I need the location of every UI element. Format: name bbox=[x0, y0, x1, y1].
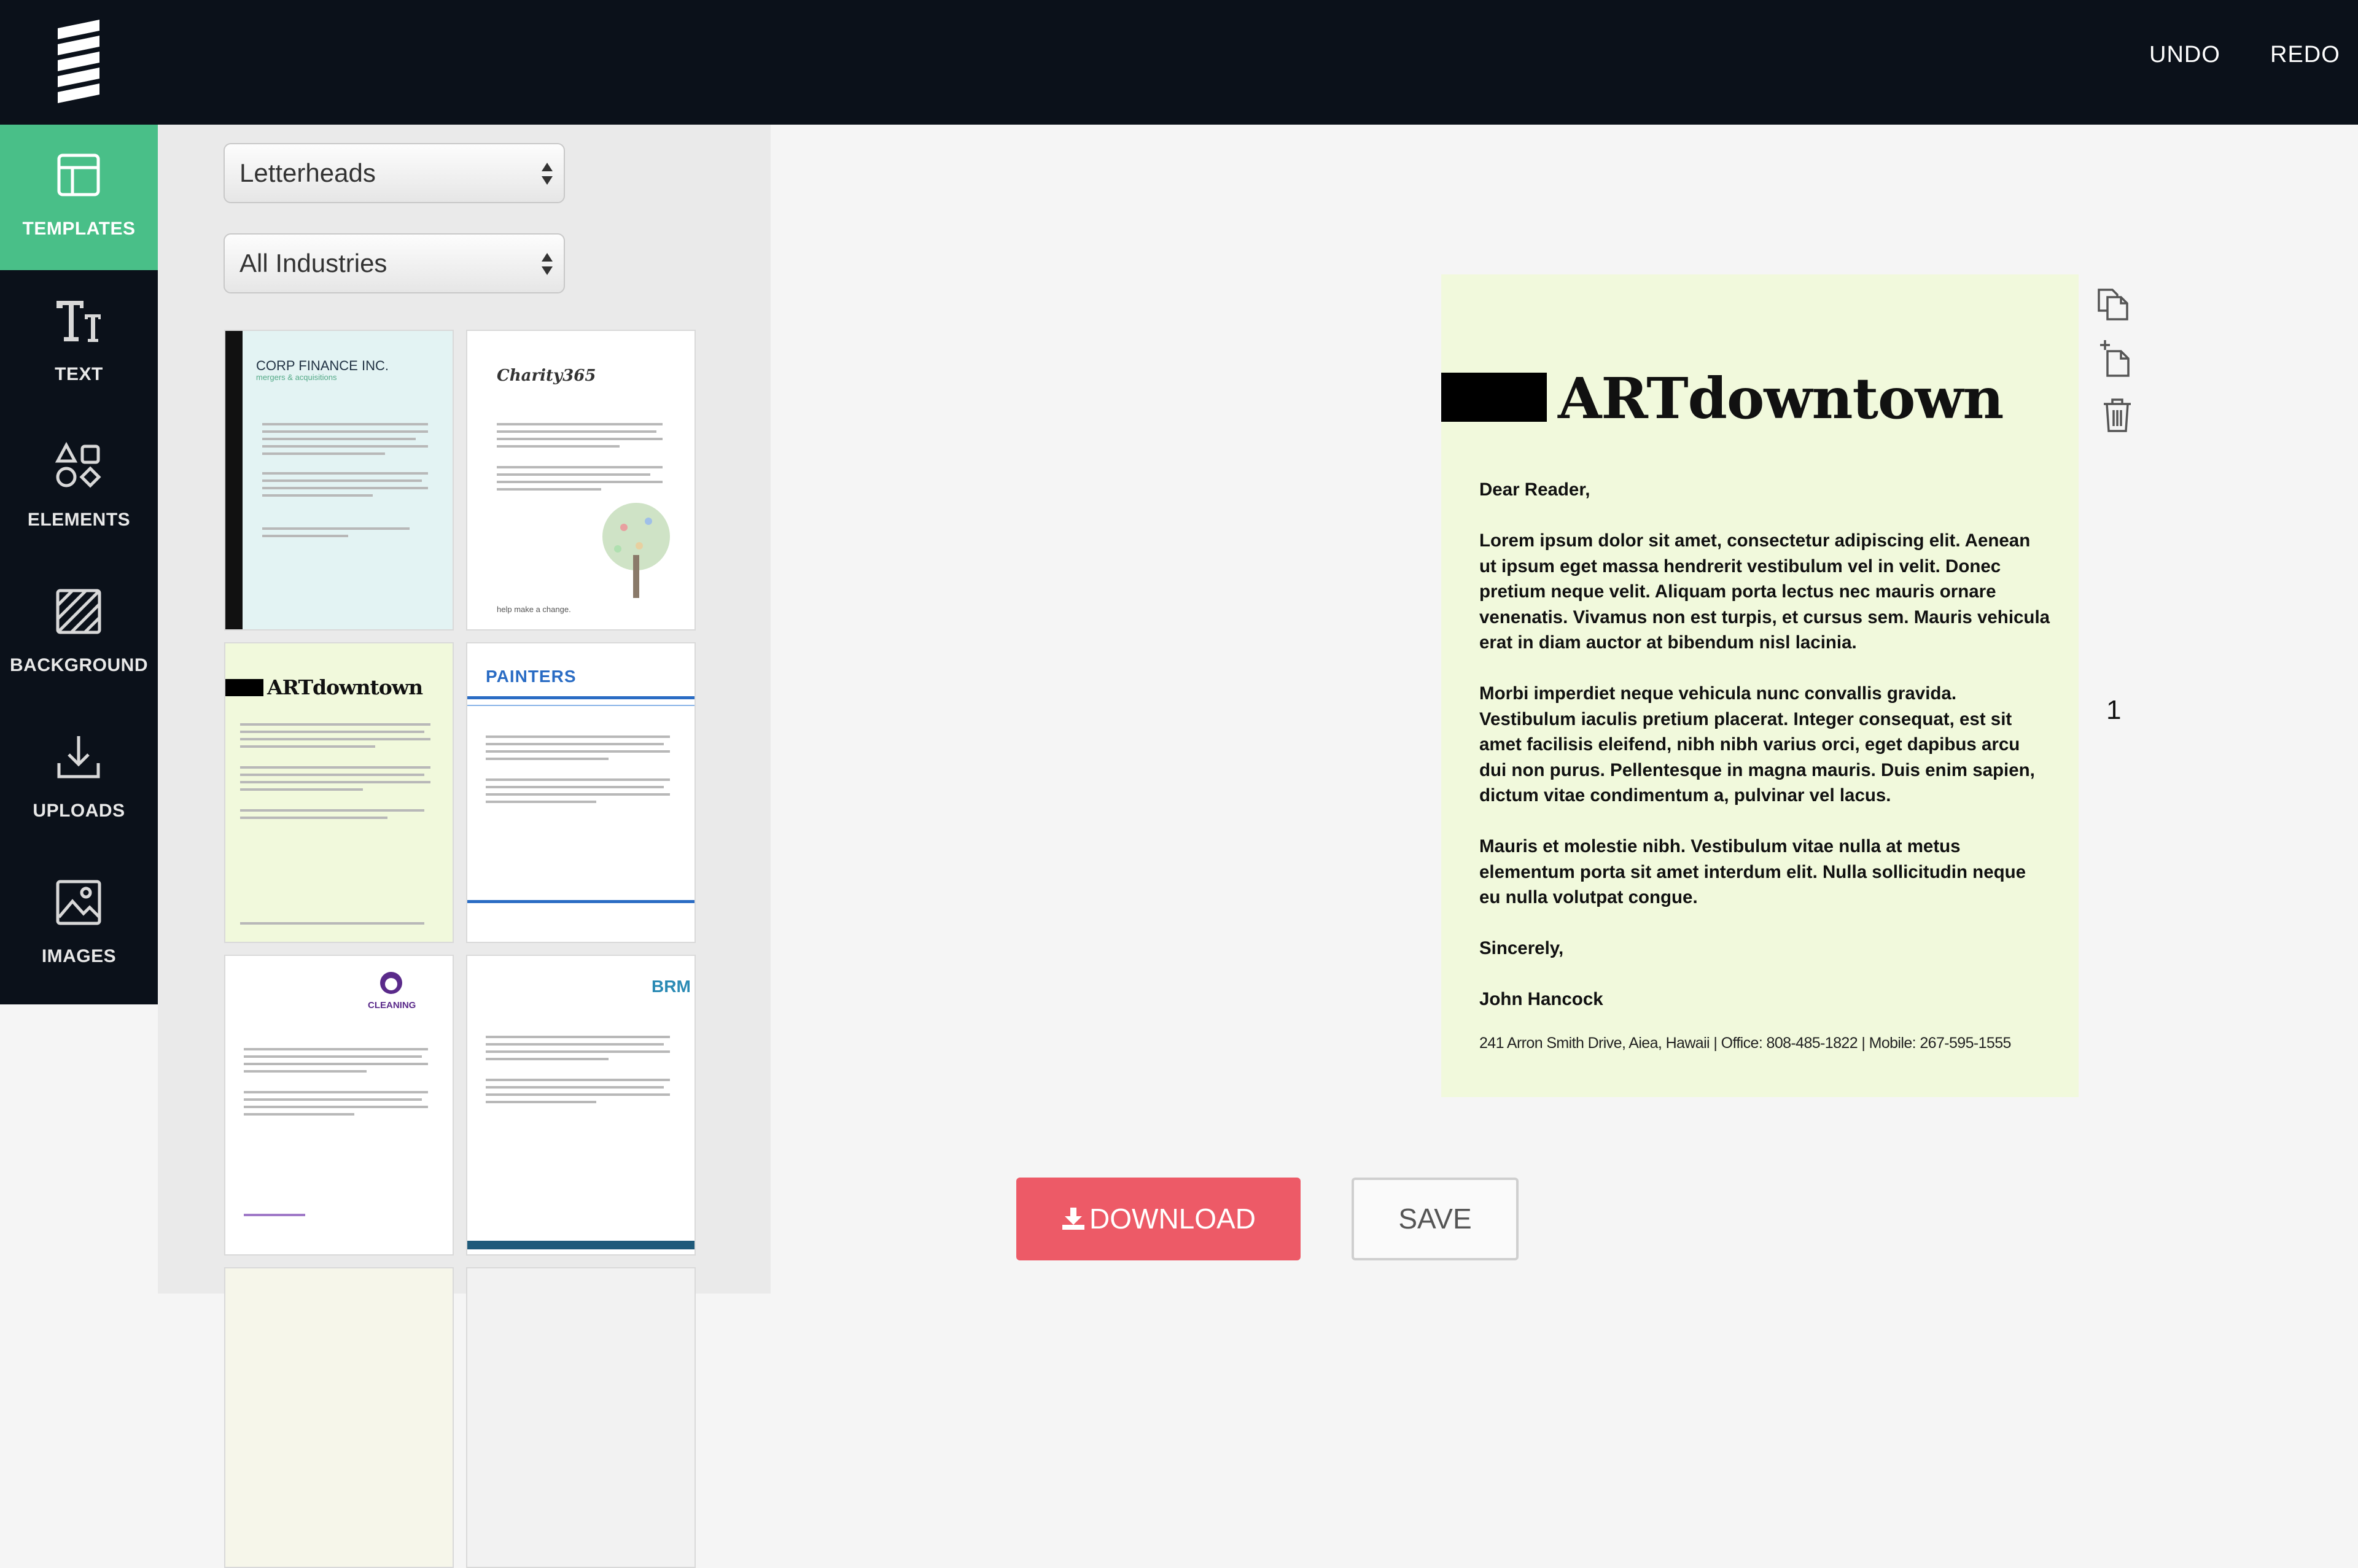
select-arrows-icon bbox=[542, 163, 553, 185]
page-number: 1 bbox=[2106, 695, 2122, 725]
sidebar: TEMPLATES TEXT ELEMENTS BACKGROUND UPLOA… bbox=[0, 125, 158, 1004]
sidebar-item-label: UPLOADS bbox=[33, 801, 125, 821]
download-icon bbox=[1062, 1208, 1085, 1230]
image-icon bbox=[56, 880, 101, 925]
paragraph: Morbi imperdiet neque vehicula nunc conv… bbox=[1479, 683, 2035, 805]
sidebar-item-images[interactable]: IMAGES bbox=[0, 852, 158, 998]
closing: Sincerely, bbox=[1479, 938, 1564, 958]
redo-button[interactable]: REDO bbox=[2270, 42, 2340, 68]
template-title: PAINTERS bbox=[486, 667, 577, 686]
download-label: DOWNLOAD bbox=[1089, 1203, 1256, 1235]
download-button[interactable]: DOWNLOAD bbox=[1016, 1178, 1301, 1260]
template-thumbnail[interactable]: Charity365 help make a change. bbox=[466, 330, 696, 631]
sidebar-item-label: ELEMENTS bbox=[27, 510, 131, 530]
template-thumbnail[interactable]: CLEANING bbox=[224, 955, 454, 1256]
industry-select[interactable]: All Industries bbox=[224, 233, 565, 293]
paragraph: Lorem ipsum dolor sit amet, consectetur … bbox=[1479, 530, 2050, 653]
sidebar-item-label: TEMPLATES bbox=[22, 219, 136, 239]
download-icon bbox=[57, 736, 100, 778]
templates-panel: Letterheads All Industries CORP FINANCE … bbox=[158, 125, 771, 1568]
sidebar-item-text[interactable]: TEXT bbox=[0, 270, 158, 416]
sidebar-item-label: BACKGROUND bbox=[10, 655, 148, 675]
save-button[interactable]: SAVE bbox=[1352, 1178, 1519, 1260]
shapes-icon bbox=[55, 441, 101, 488]
document-title[interactable]: ARTdowntown bbox=[1558, 365, 2004, 432]
template-title: ARTdowntown bbox=[267, 675, 423, 699]
signature: John Hancock bbox=[1479, 989, 1603, 1009]
template-title: CORP FINANCE INC. bbox=[256, 358, 389, 373]
template-thumbnail[interactable] bbox=[224, 1267, 454, 1568]
template-thumbnail[interactable] bbox=[466, 1267, 696, 1568]
category-select[interactable]: Letterheads bbox=[224, 143, 565, 203]
template-tagline: help make a change. bbox=[497, 605, 571, 614]
hatch-icon bbox=[56, 589, 101, 634]
sidebar-item-templates[interactable]: TEMPLATES bbox=[0, 125, 158, 270]
header-block[interactable] bbox=[1441, 373, 1547, 422]
salutation: Dear Reader, bbox=[1479, 479, 1590, 500]
duplicate-page-icon[interactable] bbox=[2094, 284, 2133, 323]
template-thumbnail[interactable]: ARTdowntown bbox=[224, 642, 454, 943]
paragraph: Mauris et molestie nibh. Vestibulum vita… bbox=[1479, 836, 2026, 907]
sidebar-item-label: IMAGES bbox=[41, 946, 117, 966]
template-thumbnail[interactable]: PAINTERS bbox=[466, 642, 696, 943]
sidebar-item-label: TEXT bbox=[55, 364, 103, 384]
letterhead-page[interactable]: ARTdowntown Dear Reader, Lorem ipsum dol… bbox=[1441, 274, 2079, 1097]
layout-icon bbox=[57, 153, 100, 196]
select-arrows-icon bbox=[542, 253, 553, 275]
text-icon bbox=[56, 301, 101, 342]
template-thumbnail[interactable]: CORP FINANCE INC. mergers & acquisitions bbox=[224, 330, 454, 631]
undo-button[interactable]: UNDO bbox=[2149, 42, 2220, 68]
w-logo-icon[interactable] bbox=[56, 20, 103, 106]
page-footer[interactable]: 241 Arron Smith Drive, Aiea, Hawaii | Of… bbox=[1479, 1034, 2011, 1052]
sidebar-item-background[interactable]: BACKGROUND bbox=[0, 561, 158, 707]
cleaning-logo-icon bbox=[380, 972, 402, 994]
category-select-value: Letterheads bbox=[239, 158, 376, 187]
add-page-icon[interactable] bbox=[2099, 339, 2133, 378]
template-subtitle: mergers & acquisitions bbox=[256, 373, 337, 382]
template-title: BRM bbox=[652, 977, 691, 996]
template-title: Charity365 bbox=[497, 367, 596, 385]
top-bar: UNDO REDO bbox=[0, 0, 2358, 125]
industry-select-value: All Industries bbox=[239, 249, 387, 278]
sidebar-item-elements[interactable]: ELEMENTS bbox=[0, 416, 158, 561]
trash-icon[interactable] bbox=[2101, 397, 2133, 433]
sidebar-item-uploads[interactable]: UPLOADS bbox=[0, 707, 158, 852]
template-title: CLEANING bbox=[368, 1000, 416, 1011]
letter-body[interactable]: Dear Reader, Lorem ipsum dolor sit amet,… bbox=[1479, 477, 2050, 1038]
tree-icon bbox=[602, 503, 670, 598]
template-thumbnail[interactable]: BRM bbox=[466, 955, 696, 1256]
